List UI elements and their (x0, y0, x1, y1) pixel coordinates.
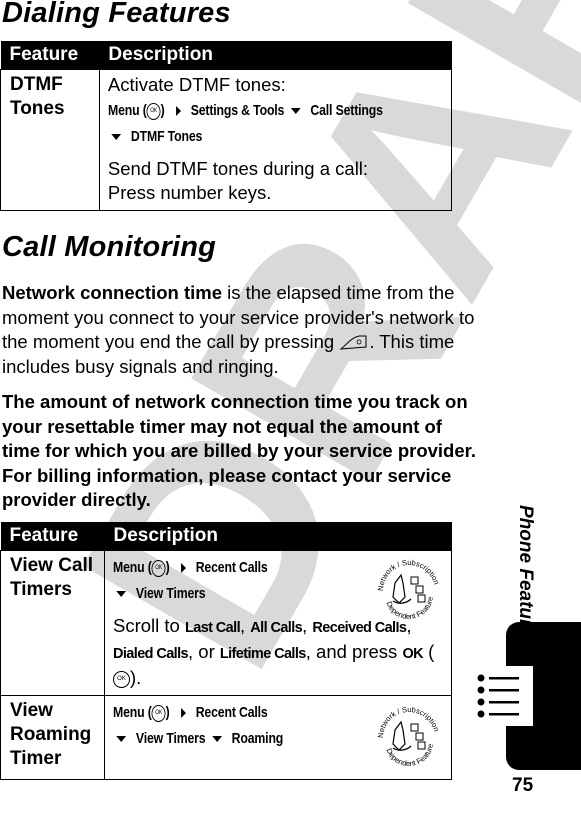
table-row: View Call Timers Menu (OK) Recent Calls … (0, 550, 452, 696)
header-description: Description (99, 41, 452, 70)
option-last-call: Last Call (184, 620, 241, 636)
menu-path-cont: View Timers Roaming (113, 727, 283, 751)
table-header: Feature Description (0, 41, 452, 70)
arrow-right-icon (175, 106, 181, 117)
menu-step: Recent Calls (195, 559, 268, 576)
scroll-text: Scroll to (113, 615, 185, 636)
list-icon (477, 674, 519, 718)
menu-step: Recent Calls (195, 704, 268, 721)
section-title-dialing: Dialing Features (2, 0, 231, 29)
network-dependent-feature-icon: Network / Subscription Dependent Feature (376, 705, 442, 771)
description-cell: Menu (OK) Recent Calls View Timers Roami… (104, 695, 452, 780)
feature-cell: View Call Timers (0, 550, 105, 696)
menu-path: Menu (OK) Recent Calls (113, 559, 268, 577)
menu-step: Call Settings (310, 102, 383, 119)
option-dialed-calls: Dialed Calls (113, 646, 189, 662)
scroll-text: , and press (305, 641, 403, 662)
header-description: Description (104, 522, 452, 551)
arrow-right-icon (180, 708, 186, 719)
header-feature: Feature (0, 41, 100, 70)
description-cell: Activate DTMF tones: Menu (OK) Settings … (98, 69, 453, 211)
extra-text-2: Press number keys. (107, 182, 272, 203)
arrow-down-icon (212, 736, 222, 743)
option-lifetime-calls: Lifetime Calls (219, 646, 306, 662)
menu-label: Menu (113, 704, 145, 721)
paragraph-network-time: Network connection time is the elapsed t… (2, 281, 482, 379)
arrow-down-icon (290, 108, 301, 115)
paragraph-billing-note: The amount of network connection time yo… (2, 391, 476, 510)
menu-path-cont: View Timers (113, 582, 206, 606)
extra-text-1: Send DTMF tones during a call: (107, 158, 369, 179)
term: Network connection time (2, 282, 222, 303)
ok-key-icon: OK (146, 102, 161, 120)
arrow-down-icon (116, 736, 127, 743)
scroll-instructions: Scroll to Last Call, All Calls, Received… (113, 615, 435, 688)
option-all-calls: All Calls (250, 620, 303, 636)
ok-key-icon: OK (151, 559, 166, 577)
menu-label: Menu (107, 102, 140, 119)
section-title-monitoring: Call Monitoring (2, 231, 217, 263)
table-header: Feature Description (0, 522, 452, 551)
feature-cell: DTMF Tones (0, 69, 100, 211)
menu-step: Settings & Tools (190, 102, 285, 119)
intro-text: Activate DTMF tones: (107, 74, 286, 95)
menu-path: Menu (OK) Settings & Tools Call Settings (107, 102, 383, 120)
feature-cell: View Roaming Timer (0, 695, 105, 780)
menu-path-cont: DTMF Tones (108, 125, 202, 149)
description-cell: Menu (OK) Recent Calls View Timers Scrol… (104, 550, 452, 696)
ok-key-icon: OK (151, 704, 166, 722)
menu-step: DTMF Tones (130, 128, 203, 145)
ok-label: OK (402, 646, 423, 662)
menu-path: Menu (OK) Recent Calls (113, 704, 268, 722)
page-number: 75 (512, 775, 534, 796)
header-feature: Feature (0, 522, 105, 551)
call-monitoring-table: Feature Description View Call Timers Men… (0, 522, 452, 780)
menu-label: Menu (113, 559, 145, 576)
scroll-text: or (198, 641, 215, 662)
table-row: DTMF Tones Activate DTMF tones: Menu (OK… (0, 69, 453, 211)
arrow-down-icon (116, 591, 127, 598)
end-key-icon (339, 335, 367, 350)
network-dependent-feature-icon: Network / Subscription Dependent Feature (376, 558, 442, 624)
menu-step: View Timers (135, 730, 206, 747)
menu-step: View Timers (135, 585, 206, 602)
table-row: View Roaming Timer Menu (OK) Recent Call… (0, 695, 452, 780)
dialing-features-table: Feature Description DTMF Tones Activate … (0, 41, 453, 211)
arrow-down-icon (111, 134, 122, 141)
ok-key-icon: OK (113, 670, 130, 688)
arrow-right-icon (180, 563, 186, 574)
menu-step: Roaming (231, 730, 284, 747)
